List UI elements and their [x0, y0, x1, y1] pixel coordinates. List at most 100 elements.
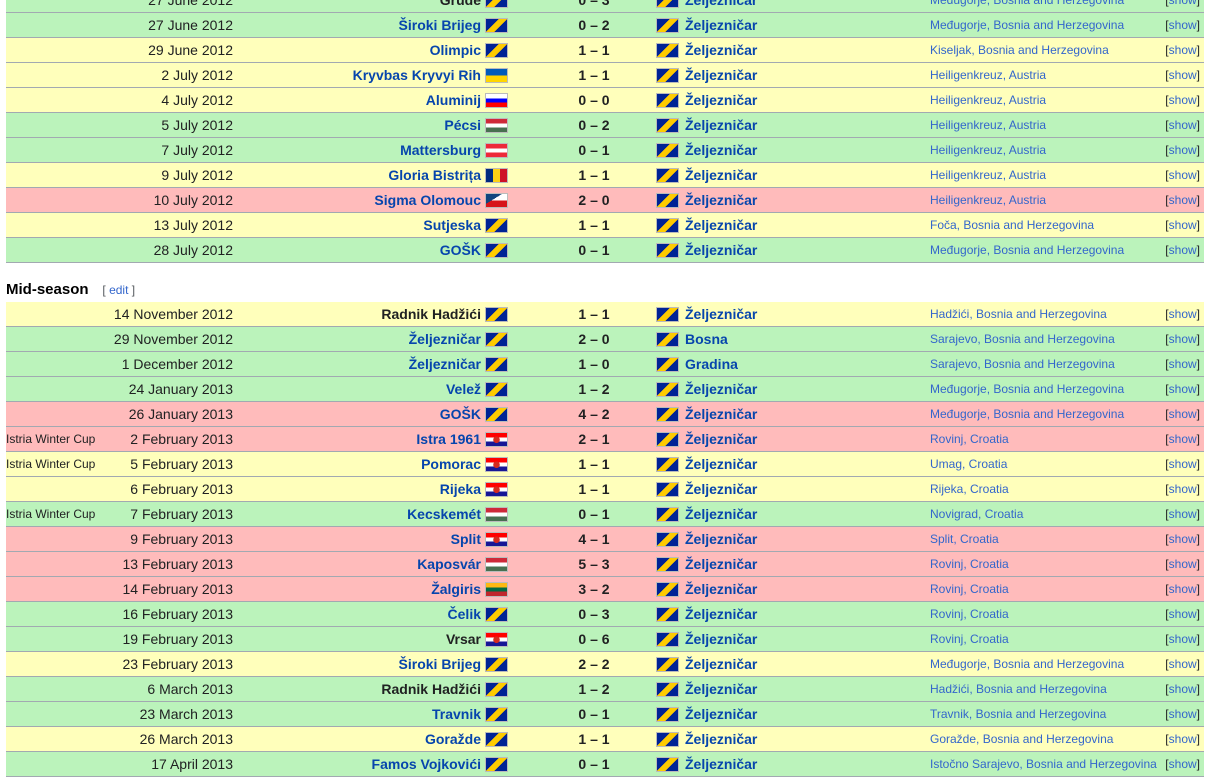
away-team[interactable]: Željezničar: [685, 627, 757, 651]
home-team[interactable]: Olimpic: [430, 38, 481, 62]
away-team[interactable]: Željezničar: [685, 727, 757, 751]
home-team[interactable]: Split: [451, 527, 481, 551]
home-team[interactable]: Kaposvár: [417, 552, 481, 576]
show-link[interactable]: show: [1169, 407, 1197, 421]
venue-link[interactable]: Travnik, Bosnia and Herzegovina: [930, 702, 1106, 726]
show-link[interactable]: show: [1169, 457, 1197, 471]
show-link[interactable]: show: [1169, 218, 1197, 232]
show-link[interactable]: show: [1169, 93, 1197, 107]
away-team[interactable]: Željezničar: [685, 527, 757, 551]
home-team[interactable]: Kecskemét: [407, 502, 481, 526]
home-team[interactable]: Istra 1961: [416, 427, 481, 451]
show-link[interactable]: show: [1169, 43, 1197, 57]
away-team[interactable]: Željezničar: [685, 502, 757, 526]
show-link[interactable]: show: [1169, 632, 1197, 646]
away-team[interactable]: Željezničar: [685, 138, 757, 162]
away-team[interactable]: Željezničar: [685, 477, 757, 501]
show-link[interactable]: show: [1169, 707, 1197, 721]
home-team[interactable]: Gloria Bistrița: [388, 163, 481, 187]
away-team[interactable]: Željezničar: [685, 652, 757, 676]
away-team[interactable]: Željezničar: [685, 752, 757, 776]
home-team[interactable]: Aluminij: [426, 88, 481, 112]
venue-link[interactable]: Rovinj, Croatia: [930, 552, 1009, 576]
away-team[interactable]: Gradina: [685, 352, 738, 376]
venue-link[interactable]: Kiseljak, Bosnia and Herzegovina: [930, 38, 1109, 62]
away-team[interactable]: Željezničar: [685, 427, 757, 451]
away-team[interactable]: Željezničar: [685, 702, 757, 726]
show-link[interactable]: show: [1169, 482, 1197, 496]
venue-link[interactable]: Međugorje, Bosnia and Herzegovina: [930, 13, 1124, 37]
home-team[interactable]: Mattersburg: [400, 138, 481, 162]
show-link[interactable]: show: [1169, 532, 1197, 546]
show-link[interactable]: show: [1169, 193, 1197, 207]
venue-link[interactable]: Međugorje, Bosnia and Herzegovina: [930, 652, 1124, 676]
home-team[interactable]: Rijeka: [440, 477, 481, 501]
home-team[interactable]: Žalgiris: [431, 577, 481, 601]
away-team[interactable]: Željezničar: [685, 163, 757, 187]
venue-link[interactable]: Međugorje, Bosnia and Herzegovina: [930, 0, 1124, 12]
home-team[interactable]: Travnik: [432, 702, 481, 726]
edit-link[interactable]: edit: [109, 283, 128, 297]
home-team[interactable]: GOŠK: [440, 238, 481, 262]
venue-link[interactable]: Rovinj, Croatia: [930, 602, 1009, 626]
venue-link[interactable]: Heiligenkreuz, Austria: [930, 138, 1046, 162]
venue-link[interactable]: Međugorje, Bosnia and Herzegovina: [930, 238, 1124, 262]
home-team[interactable]: Sutjeska: [423, 213, 481, 237]
home-team[interactable]: Željezničar: [409, 327, 481, 351]
show-link[interactable]: show: [1169, 118, 1197, 132]
venue-link[interactable]: Rovinj, Croatia: [930, 427, 1009, 451]
venue-link[interactable]: Heiligenkreuz, Austria: [930, 63, 1046, 87]
show-link[interactable]: show: [1169, 732, 1197, 746]
venue-link[interactable]: Umag, Croatia: [930, 452, 1007, 476]
show-link[interactable]: show: [1169, 382, 1197, 396]
home-team[interactable]: Kryvbas Kryvyi Rih: [353, 63, 481, 87]
home-team[interactable]: Široki Brijeg: [399, 13, 481, 37]
venue-link[interactable]: Goražde, Bosnia and Herzegovina: [930, 727, 1113, 751]
home-team[interactable]: Pécsi: [444, 113, 481, 137]
away-team[interactable]: Željezničar: [685, 452, 757, 476]
venue-link[interactable]: Međugorje, Bosnia and Herzegovina: [930, 402, 1124, 426]
away-team[interactable]: Željezničar: [685, 238, 757, 262]
away-team[interactable]: Željezničar: [685, 13, 757, 37]
show-link[interactable]: show: [1169, 557, 1197, 571]
venue-link[interactable]: Novigrad, Croatia: [930, 502, 1023, 526]
away-team[interactable]: Željezničar: [685, 213, 757, 237]
away-team[interactable]: Željezničar: [685, 302, 757, 326]
away-team[interactable]: Željezničar: [685, 602, 757, 626]
home-team[interactable]: Pomorac: [421, 452, 481, 476]
show-link[interactable]: show: [1169, 682, 1197, 696]
venue-link[interactable]: Foča, Bosnia and Herzegovina: [930, 213, 1094, 237]
venue-link[interactable]: Heiligenkreuz, Austria: [930, 188, 1046, 212]
venue-link[interactable]: Hadžići, Bosnia and Herzegovina: [930, 677, 1107, 701]
show-link[interactable]: show: [1169, 18, 1197, 32]
venue-link[interactable]: Split, Croatia: [930, 527, 999, 551]
show-link[interactable]: show: [1169, 507, 1197, 521]
venue-link[interactable]: Heiligenkreuz, Austria: [930, 113, 1046, 137]
away-team[interactable]: Željezničar: [685, 63, 757, 87]
away-team[interactable]: Željezničar: [685, 377, 757, 401]
away-team[interactable]: Željezničar: [685, 577, 757, 601]
venue-link[interactable]: Međugorje, Bosnia and Herzegovina: [930, 377, 1124, 401]
show-link[interactable]: show: [1169, 68, 1197, 82]
show-link[interactable]: show: [1169, 307, 1197, 321]
venue-link[interactable]: Sarajevo, Bosnia and Herzegovina: [930, 327, 1115, 351]
away-team[interactable]: Željezničar: [685, 552, 757, 576]
home-team[interactable]: GOŠK: [440, 402, 481, 426]
away-team[interactable]: Željezničar: [685, 0, 757, 12]
home-team[interactable]: Željezničar: [409, 352, 481, 376]
away-team[interactable]: Željezničar: [685, 677, 757, 701]
home-team[interactable]: Široki Brijeg: [399, 652, 481, 676]
venue-link[interactable]: Rijeka, Croatia: [930, 477, 1009, 501]
venue-link[interactable]: Sarajevo, Bosnia and Herzegovina: [930, 352, 1115, 376]
venue-link[interactable]: Rovinj, Croatia: [930, 627, 1009, 651]
home-team[interactable]: Sigma Olomouc: [374, 188, 481, 212]
home-team[interactable]: Velež: [446, 377, 481, 401]
show-link[interactable]: show: [1169, 168, 1197, 182]
show-link[interactable]: show: [1169, 757, 1197, 771]
show-link[interactable]: show: [1169, 432, 1197, 446]
venue-link[interactable]: Istočno Sarajevo, Bosnia and Herzegovina: [930, 752, 1157, 776]
home-team[interactable]: Famos Vojkovići: [372, 752, 481, 776]
show-link[interactable]: show: [1169, 243, 1197, 257]
show-link[interactable]: show: [1169, 357, 1197, 371]
home-team[interactable]: Goražde: [425, 727, 481, 751]
